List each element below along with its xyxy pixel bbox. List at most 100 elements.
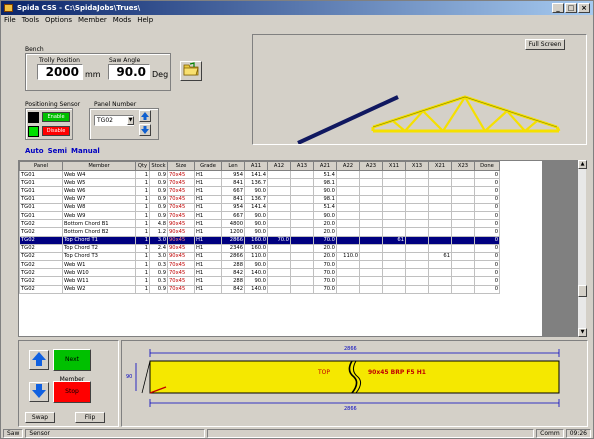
table-cell: 4800: [221, 219, 245, 229]
table-cell: [428, 227, 452, 237]
menu-options[interactable]: Options: [45, 15, 72, 26]
table-cell: 1: [135, 210, 150, 221]
table-cell: 2866: [221, 235, 245, 245]
scroll-thumb[interactable]: [578, 285, 587, 297]
stop-button[interactable]: Stop: [53, 381, 91, 403]
maximize-button[interactable]: □: [565, 3, 577, 13]
column-header[interactable]: X21: [428, 161, 452, 171]
table-cell: [267, 260, 291, 270]
table-row[interactable]: TG02 Web W1 1 0.3 70x45 H1 288 90.0 70.0 0: [19, 260, 500, 270]
table-cell: 1: [135, 186, 150, 196]
table-cell: Web W2: [62, 284, 136, 294]
table-row[interactable]: TG01 Web W7 1 0.9 70x45 H1 841 136.7 98.1 0: [19, 194, 500, 204]
minimize-button[interactable]: _: [552, 3, 564, 13]
table-cell: [267, 194, 291, 204]
table-cell: Bottom Chord B2: [62, 227, 136, 237]
next-down-button[interactable]: [29, 382, 49, 402]
table-row[interactable]: TG02 Bottom Chord B2 1 1.2 90x45 H1 1200 90.0 20…: [19, 227, 500, 237]
table-row[interactable]: TG01 Web W6 1 0.9 70x45 H1 667 90.0 90.0 0: [19, 186, 500, 196]
table-cell: [336, 169, 360, 180]
scroll-up-button[interactable]: ▲: [578, 160, 587, 169]
table-cell: 954: [221, 169, 245, 180]
column-header[interactable]: Member: [62, 161, 136, 171]
column-header[interactable]: A11: [244, 161, 268, 171]
saw-angle-field[interactable]: 90.0: [108, 64, 150, 80]
panel-up-button[interactable]: [139, 110, 151, 122]
column-header[interactable]: Done: [474, 161, 500, 171]
column-header[interactable]: X11: [382, 161, 406, 171]
tab-auto[interactable]: Auto: [25, 147, 44, 155]
column-header[interactable]: Len: [221, 161, 245, 171]
status-blank: [207, 429, 535, 438]
table-cell: [405, 276, 429, 286]
column-header[interactable]: Qty: [135, 161, 150, 171]
table-cell: 90.0: [313, 186, 337, 196]
table-row[interactable]: TG02 Web W11 1 0.3 70x45 H1 288 90.0 70.0 0: [19, 276, 500, 286]
menu-help[interactable]: Help: [137, 15, 153, 26]
table-cell: [267, 202, 291, 212]
scroll-down-button[interactable]: ▼: [578, 328, 587, 337]
positioning-sensor-label: Positioning Sensor: [25, 101, 81, 108]
column-header[interactable]: Size: [167, 161, 195, 171]
panel-dropdown-button[interactable]: ▼: [127, 116, 134, 125]
tab-manual[interactable]: Manual: [71, 147, 100, 155]
table-row[interactable]: TG01 Web W8 1 0.9 70x45 H1 954 141.4 51.4 0: [19, 202, 500, 212]
swap-button[interactable]: Swap: [25, 412, 55, 423]
trolly-position-field[interactable]: 2000: [37, 64, 83, 80]
column-header[interactable]: A23: [359, 161, 383, 171]
table-cell: 0.9: [149, 186, 168, 196]
enable-button[interactable]: Enable: [42, 112, 70, 122]
table-cell: 90.0: [244, 186, 268, 196]
table-scrollbar[interactable]: ▲ ▼: [577, 160, 587, 337]
table-cell: 20.0: [313, 219, 337, 229]
table-cell: [290, 276, 314, 286]
menu-member[interactable]: Member: [78, 15, 107, 26]
close-button[interactable]: ×: [578, 3, 590, 13]
table-row[interactable]: TG02 Web W2 1 0.9 70x45 H1 842 140.0 70.0 0: [19, 284, 500, 294]
column-header[interactable]: Panel: [19, 161, 63, 171]
column-header[interactable]: A21: [313, 161, 337, 171]
table-cell: TG01: [19, 202, 63, 212]
table-row[interactable]: TG02 Top Chord T2 1 2.4 90x45 H1 2346 160.0 20.0…: [19, 243, 500, 253]
table-cell: 160.0: [244, 243, 268, 253]
column-header[interactable]: Stock: [149, 161, 168, 171]
table-cell: [451, 268, 475, 278]
column-header[interactable]: Grade: [194, 161, 222, 171]
table-row[interactable]: TG02 Top Chord T1 1 3.0 90x45 H1 2866 160.0 70.0…: [19, 235, 500, 245]
table-cell: [267, 178, 291, 188]
prev-member-button[interactable]: [29, 350, 49, 370]
mode-tabs: Auto Semi Manual: [25, 147, 100, 155]
table-cell: 90x45: [167, 243, 195, 253]
tab-semi[interactable]: Semi: [48, 147, 67, 155]
column-header[interactable]: X23: [451, 161, 475, 171]
table-cell: H1: [194, 178, 222, 188]
table-row[interactable]: TG02 Top Chord T3 1 3.0 90x45 H1 2866 110.0 20.0…: [19, 251, 500, 262]
table-row[interactable]: TG01 Web W4 1 0.9 70x45 H1 954 141.4 51.4 0: [19, 169, 500, 180]
column-header[interactable]: X13: [405, 161, 429, 171]
table-cell: [267, 219, 291, 229]
table-cell: [405, 227, 429, 237]
table-row[interactable]: TG02 Bottom Chord B1 1 4.8 90x45 H1 4800 90.0 20…: [19, 219, 500, 229]
column-header[interactable]: A12: [267, 161, 291, 171]
panel-down-button[interactable]: [139, 124, 151, 136]
table-cell: Web W8: [62, 202, 136, 212]
disable-button[interactable]: Disable: [42, 126, 70, 136]
menu-file[interactable]: File: [4, 15, 16, 26]
member-table: Panel Member Qty Stock Size Grade Len A11 A12 A13…: [18, 160, 543, 337]
open-file-button[interactable]: [180, 61, 202, 81]
table-cell: Web W5: [62, 178, 136, 188]
flip-button[interactable]: Flip: [75, 412, 105, 423]
table-row[interactable]: TG01 Web W5 1 0.9 70x45 H1 841 136.7 98.1 0: [19, 178, 500, 188]
table-cell: 0: [474, 202, 500, 212]
menu-tools[interactable]: Tools: [22, 15, 39, 26]
column-header[interactable]: A13: [290, 161, 314, 171]
table-cell: 70x45: [167, 210, 195, 221]
table-row[interactable]: TG01 Web W9 1 0.9 70x45 H1 667 90.0 90.0 0: [19, 210, 500, 221]
table-cell: 61: [382, 235, 406, 245]
table-cell: [382, 194, 406, 204]
column-header[interactable]: A22: [336, 161, 360, 171]
next-member-button[interactable]: Next Member: [53, 349, 91, 383]
table-cell: [336, 260, 360, 270]
menu-mods[interactable]: Mods: [113, 15, 131, 26]
table-row[interactable]: TG02 Web W10 1 0.9 70x45 H1 842 140.0 70.0 0: [19, 268, 500, 278]
